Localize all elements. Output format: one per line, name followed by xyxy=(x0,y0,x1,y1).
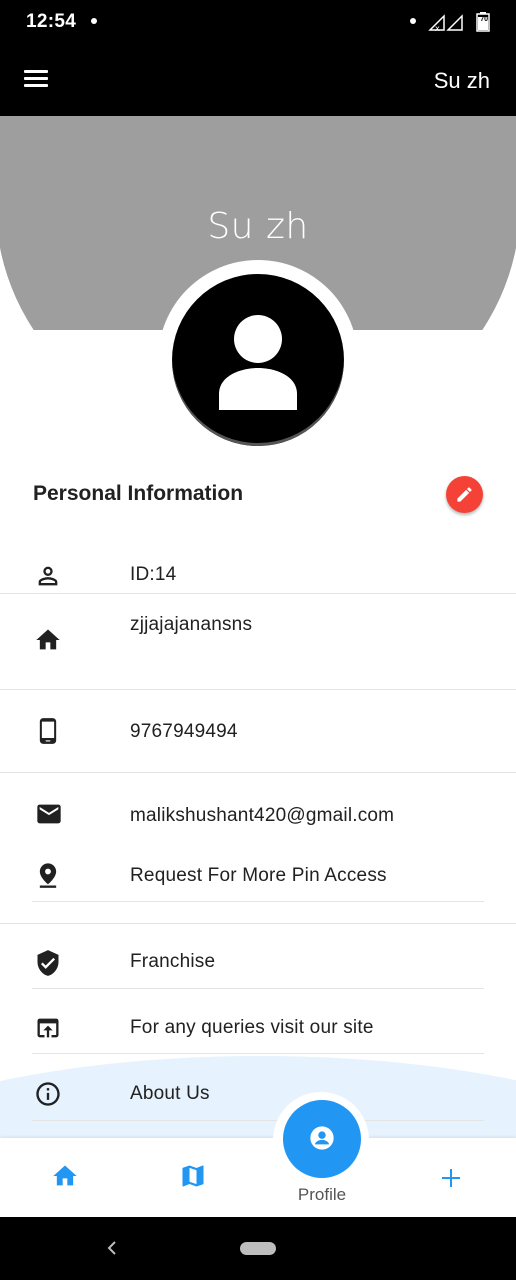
location-pin-icon xyxy=(39,863,57,888)
phone-number: 9767949494 xyxy=(130,721,238,742)
battery-level: 70 xyxy=(480,16,488,23)
divider xyxy=(32,901,484,902)
info-icon xyxy=(36,1082,60,1106)
email-address: malikshushant420@gmail.com xyxy=(130,805,395,826)
home-icon xyxy=(36,629,60,650)
divider xyxy=(32,1053,484,1054)
divider xyxy=(0,593,516,594)
home-gesture-pill[interactable] xyxy=(240,1242,276,1255)
divider xyxy=(0,923,516,924)
system-nav-bar xyxy=(0,1217,516,1280)
profile-nav-label: Profile xyxy=(297,1185,347,1204)
section-title: Personal Information xyxy=(33,482,244,505)
verified-shield-icon xyxy=(37,950,59,976)
bottom-nav xyxy=(0,1138,516,1217)
list-item-about[interactable]: About Us xyxy=(0,1074,516,1118)
list-item-email: malikshushant420@gmail.com xyxy=(0,796,516,836)
list-item-pin-access[interactable]: Request For More Pin Access xyxy=(0,856,516,900)
person-outline-icon xyxy=(38,566,58,586)
profile-nav-button[interactable] xyxy=(283,1100,361,1178)
pin-access-link: Request For More Pin Access xyxy=(130,865,387,886)
mail-icon xyxy=(37,804,61,824)
list-item-address: zjjajajanansns xyxy=(0,604,516,684)
user-id: ID:14 xyxy=(130,564,177,585)
franchise-link: Franchise xyxy=(130,951,216,972)
profile-icon xyxy=(310,1126,334,1150)
list-item-phone: 9767949494 xyxy=(0,706,516,760)
status-time: 12:54 xyxy=(26,11,77,32)
avatar[interactable] xyxy=(172,274,344,446)
profile-name: Su zh xyxy=(207,206,309,247)
status-bar: 12:54 x 70 xyxy=(0,0,516,44)
list-item-franchise[interactable]: Franchise xyxy=(0,942,516,986)
app-bar-title: Su zh xyxy=(433,68,490,93)
back-icon[interactable] xyxy=(106,1241,118,1255)
notification-dot xyxy=(91,18,97,24)
signal-icon: x xyxy=(428,14,463,32)
divider xyxy=(32,1120,484,1121)
plus-icon[interactable] xyxy=(439,1166,463,1190)
notification-dot xyxy=(410,18,416,24)
map-icon[interactable] xyxy=(179,1162,207,1190)
edit-profile-button[interactable] xyxy=(446,476,483,513)
divider xyxy=(0,689,516,690)
divider xyxy=(32,988,484,989)
visit-site-link: For any queries visit our site xyxy=(130,1017,374,1038)
address-text: zjjajajanansns xyxy=(130,614,253,635)
person-icon xyxy=(219,315,297,410)
home-icon[interactable] xyxy=(51,1162,79,1190)
list-item-visit-site[interactable]: For any queries visit our site xyxy=(0,1008,516,1052)
list-item-id: ID:14 xyxy=(0,558,516,592)
app-bar: Su zh xyxy=(0,44,516,116)
menu-icon[interactable] xyxy=(24,70,50,90)
smartphone-icon xyxy=(39,718,57,744)
svg-text:x: x xyxy=(435,24,440,32)
pencil-icon xyxy=(457,487,472,502)
divider xyxy=(0,772,516,773)
about-us-link: About Us xyxy=(130,1083,210,1104)
open-in-browser-icon xyxy=(37,1018,59,1038)
